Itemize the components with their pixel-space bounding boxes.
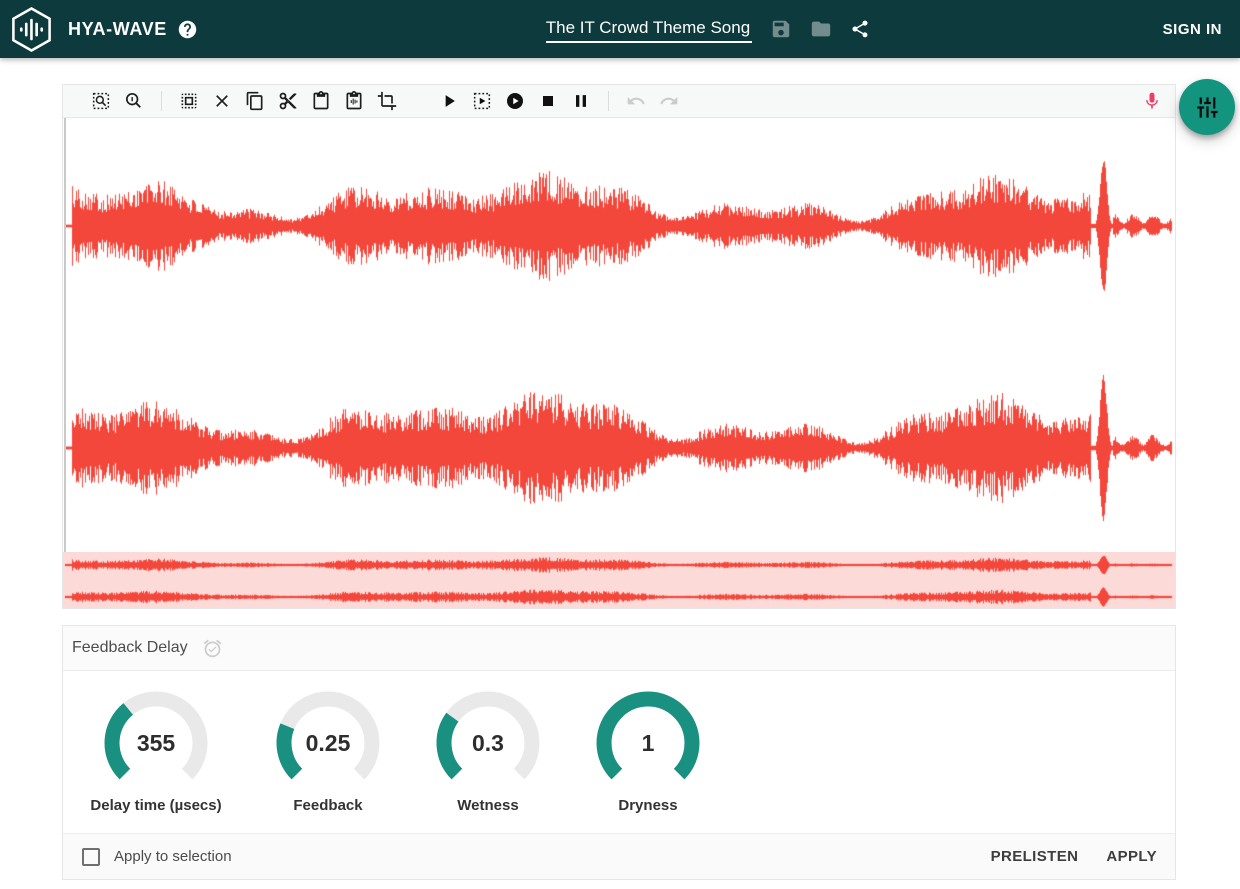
zoom-icon [124, 91, 144, 111]
app-logo-icon[interactable] [9, 6, 54, 53]
toolbar-separator [161, 91, 162, 111]
select-all-button[interactable] [179, 91, 199, 111]
save-button[interactable] [770, 18, 792, 40]
clear-selection-button[interactable] [212, 91, 232, 111]
help-button[interactable] [177, 19, 198, 40]
waveform-canvas[interactable] [63, 118, 1175, 552]
copy-icon [245, 91, 265, 111]
play-icon [439, 91, 459, 111]
share-icon [850, 19, 870, 39]
knob-value: 0.3 [433, 730, 543, 757]
apply-to-selection-label: Apply to selection [114, 848, 232, 865]
select-all-icon [179, 91, 199, 111]
crop-icon [377, 91, 397, 111]
help-icon [177, 19, 198, 40]
editor-panel [62, 84, 1176, 609]
save-icon [770, 18, 792, 40]
brand-title: HYA-WAVE [68, 19, 167, 40]
stop-icon [538, 91, 558, 111]
knob-feedback[interactable]: 0.25 Feedback [248, 671, 408, 833]
prelisten-button[interactable]: PRELISTEN [989, 842, 1081, 871]
microphone-icon [1142, 91, 1162, 111]
knob-label: Delay time (µsecs) [76, 797, 236, 814]
header-right: SIGN IN [1163, 21, 1240, 38]
tune-icon [1194, 94, 1221, 121]
play-all-button[interactable] [505, 91, 525, 111]
copy-button[interactable] [245, 91, 265, 111]
knob-label: Dryness [568, 797, 728, 814]
crop-button[interactable] [377, 91, 397, 111]
effect-panel: Feedback Delay 355 Delay time (µsecs) 0.… [62, 625, 1176, 880]
stop-button[interactable] [538, 91, 558, 111]
apply-to-selection-checkbox[interactable] [82, 848, 100, 866]
open-file-button[interactable] [810, 18, 832, 40]
scissors-icon [278, 91, 298, 111]
header-left: HYA-WAVE [0, 6, 198, 53]
paste-icon [311, 91, 331, 111]
knob-label: Feedback [248, 797, 408, 814]
sign-in-button[interactable]: SIGN IN [1163, 21, 1222, 38]
knobs-row: 355 Delay time (µsecs) 0.25 Feedback 0.3… [63, 671, 1175, 833]
paste-button[interactable] [311, 91, 331, 111]
cut-button[interactable] [278, 91, 298, 111]
knob-delay-time[interactable]: 355 Delay time (µsecs) [76, 671, 236, 833]
overview-minimap[interactable] [63, 552, 1175, 608]
knob-value: 1 [593, 730, 703, 757]
editor-toolbar [63, 85, 1175, 118]
play-button[interactable] [439, 91, 459, 111]
effects-settings-fab[interactable] [1179, 79, 1235, 135]
folder-icon [810, 18, 832, 40]
redo-icon [659, 91, 679, 111]
redo-button[interactable] [659, 91, 679, 111]
app-header: HYA-WAVE SIGN IN [0, 0, 1240, 58]
alarm-check-icon [202, 638, 223, 659]
close-icon [212, 91, 232, 111]
pause-button[interactable] [571, 91, 591, 111]
mix-paste-icon [344, 91, 364, 111]
play-selection-button[interactable] [472, 91, 492, 111]
track-title-input[interactable] [546, 16, 752, 43]
header-center [253, 16, 1163, 43]
play-circle-icon [505, 91, 525, 111]
undo-button[interactable] [626, 91, 646, 111]
knob-value: 355 [101, 730, 211, 757]
effect-actions-row: Apply to selection PRELISTEN APPLY [63, 833, 1175, 879]
zoom-selection-icon [91, 91, 111, 111]
knob-dryness[interactable]: 1 Dryness [568, 671, 728, 833]
record-button[interactable] [1142, 91, 1162, 111]
waveform-view [63, 118, 1175, 552]
mix-paste-button[interactable] [344, 91, 364, 111]
pause-icon [571, 91, 591, 111]
knob-wetness[interactable]: 0.3 Wetness [408, 671, 568, 833]
play-selection-icon [472, 91, 492, 111]
zoom-selection-button[interactable] [91, 91, 111, 111]
apply-button[interactable]: APPLY [1104, 842, 1159, 871]
zoom-button[interactable] [124, 91, 144, 111]
toolbar-separator [608, 91, 609, 111]
effect-panel-header: Feedback Delay [63, 626, 1175, 671]
knob-value: 0.25 [273, 730, 383, 757]
undo-icon [626, 91, 646, 111]
knob-label: Wetness [408, 797, 568, 814]
effect-title: Feedback Delay [72, 639, 188, 657]
share-button[interactable] [850, 19, 870, 39]
